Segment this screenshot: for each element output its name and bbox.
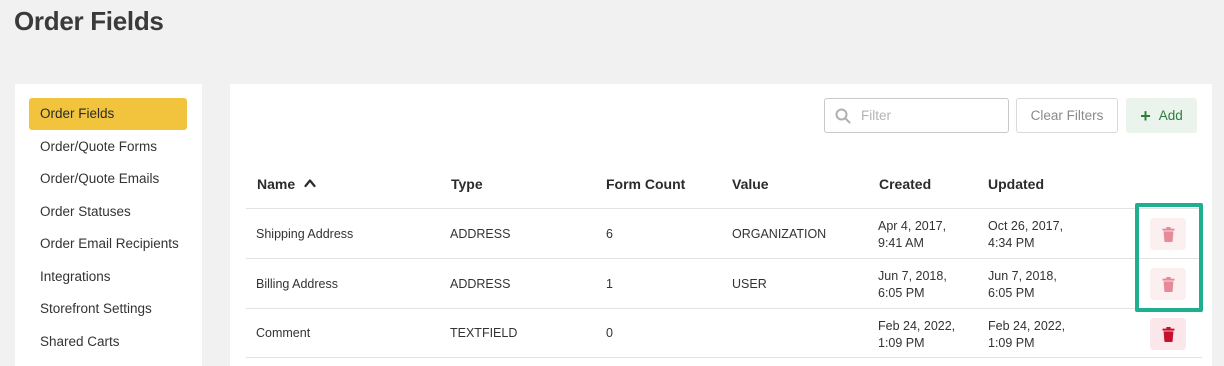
cell-form-count: 6 (606, 226, 613, 241)
trash-icon (1162, 276, 1174, 292)
cell-value: USER (732, 276, 767, 291)
table-row[interactable]: Comment TEXTFIELD 0 Feb 24, 2022, 1:09 P… (246, 308, 1202, 358)
cell-name: Shipping Address (256, 226, 354, 241)
column-header-created[interactable]: Created (879, 176, 931, 192)
delete-button[interactable] (1150, 268, 1186, 300)
search-icon (835, 108, 851, 123)
sidebar-item-shared-carts[interactable]: Shared Carts (29, 326, 187, 358)
table-row[interactable]: Shipping Address ADDRESS 6 ORGANIZATION … (246, 208, 1202, 258)
cell-name: Comment (256, 326, 311, 340)
cell-value: ORGANIZATION (732, 226, 827, 241)
sidebar-item-order-statuses[interactable]: Order Statuses (29, 196, 187, 228)
page-title: Order Fields (14, 6, 164, 36)
add-button-label: Add (1158, 108, 1183, 123)
cell-type: ADDRESS (450, 276, 511, 291)
cell-form-count: 0 (606, 326, 613, 340)
filter-input[interactable] (861, 108, 1001, 123)
sidebar-item-order-email-recipients[interactable]: Order Email Recipients (29, 228, 187, 260)
sidebar-item-order-fields[interactable]: Order Fields (29, 98, 187, 130)
delete-button[interactable] (1150, 318, 1186, 350)
table-row[interactable]: Billing Address ADDRESS 1 USER Jun 7, 20… (246, 258, 1202, 308)
cell-updated: Feb 24, 2022, 1:09 PM (988, 319, 1066, 350)
main-panel: Clear Filters + Add Name Type Form Count… (230, 84, 1212, 366)
table-header: Name Type Form Count Value Created Updat… (246, 168, 1202, 208)
trash-icon (1162, 326, 1174, 342)
sidebar-item-order-quote-forms[interactable]: Order/Quote Forms (29, 131, 187, 163)
column-header-value[interactable]: Value (732, 176, 769, 192)
add-button[interactable]: + Add (1126, 98, 1197, 133)
cell-created: Jun 7, 2018, 6:05 PM (878, 269, 947, 300)
cell-form-count: 1 (606, 276, 613, 291)
sidebar-item-storefront-settings[interactable]: Storefront Settings (29, 293, 187, 325)
cell-created: Apr 4, 2017, 9:41 AM (878, 219, 947, 250)
cell-updated: Oct 26, 2017, 4:34 PM (988, 219, 1064, 250)
column-header-updated[interactable]: Updated (988, 176, 1044, 192)
cell-type: ADDRESS (450, 226, 511, 241)
column-header-form-count[interactable]: Form Count (606, 176, 685, 192)
delete-button[interactable] (1150, 218, 1186, 250)
cell-name: Billing Address (256, 276, 338, 291)
column-header-name[interactable]: Name (257, 176, 316, 192)
filter-box[interactable] (824, 98, 1009, 133)
sidebar-item-order-quote-emails[interactable]: Order/Quote Emails (29, 163, 187, 195)
column-header-type[interactable]: Type (451, 176, 483, 192)
sidebar-item-integrations[interactable]: Integrations (29, 261, 187, 293)
sort-ascending-icon (304, 179, 316, 188)
cell-type: TEXTFIELD (450, 326, 518, 340)
clear-filters-button[interactable]: Clear Filters (1016, 98, 1118, 133)
sidebar: Order Fields Order/Quote Forms Order/Quo… (15, 84, 202, 366)
cell-created: Feb 24, 2022, 1:09 PM (878, 319, 956, 350)
plus-icon: + (1140, 105, 1151, 126)
trash-icon (1162, 226, 1174, 242)
cell-updated: Jun 7, 2018, 6:05 PM (988, 269, 1057, 300)
